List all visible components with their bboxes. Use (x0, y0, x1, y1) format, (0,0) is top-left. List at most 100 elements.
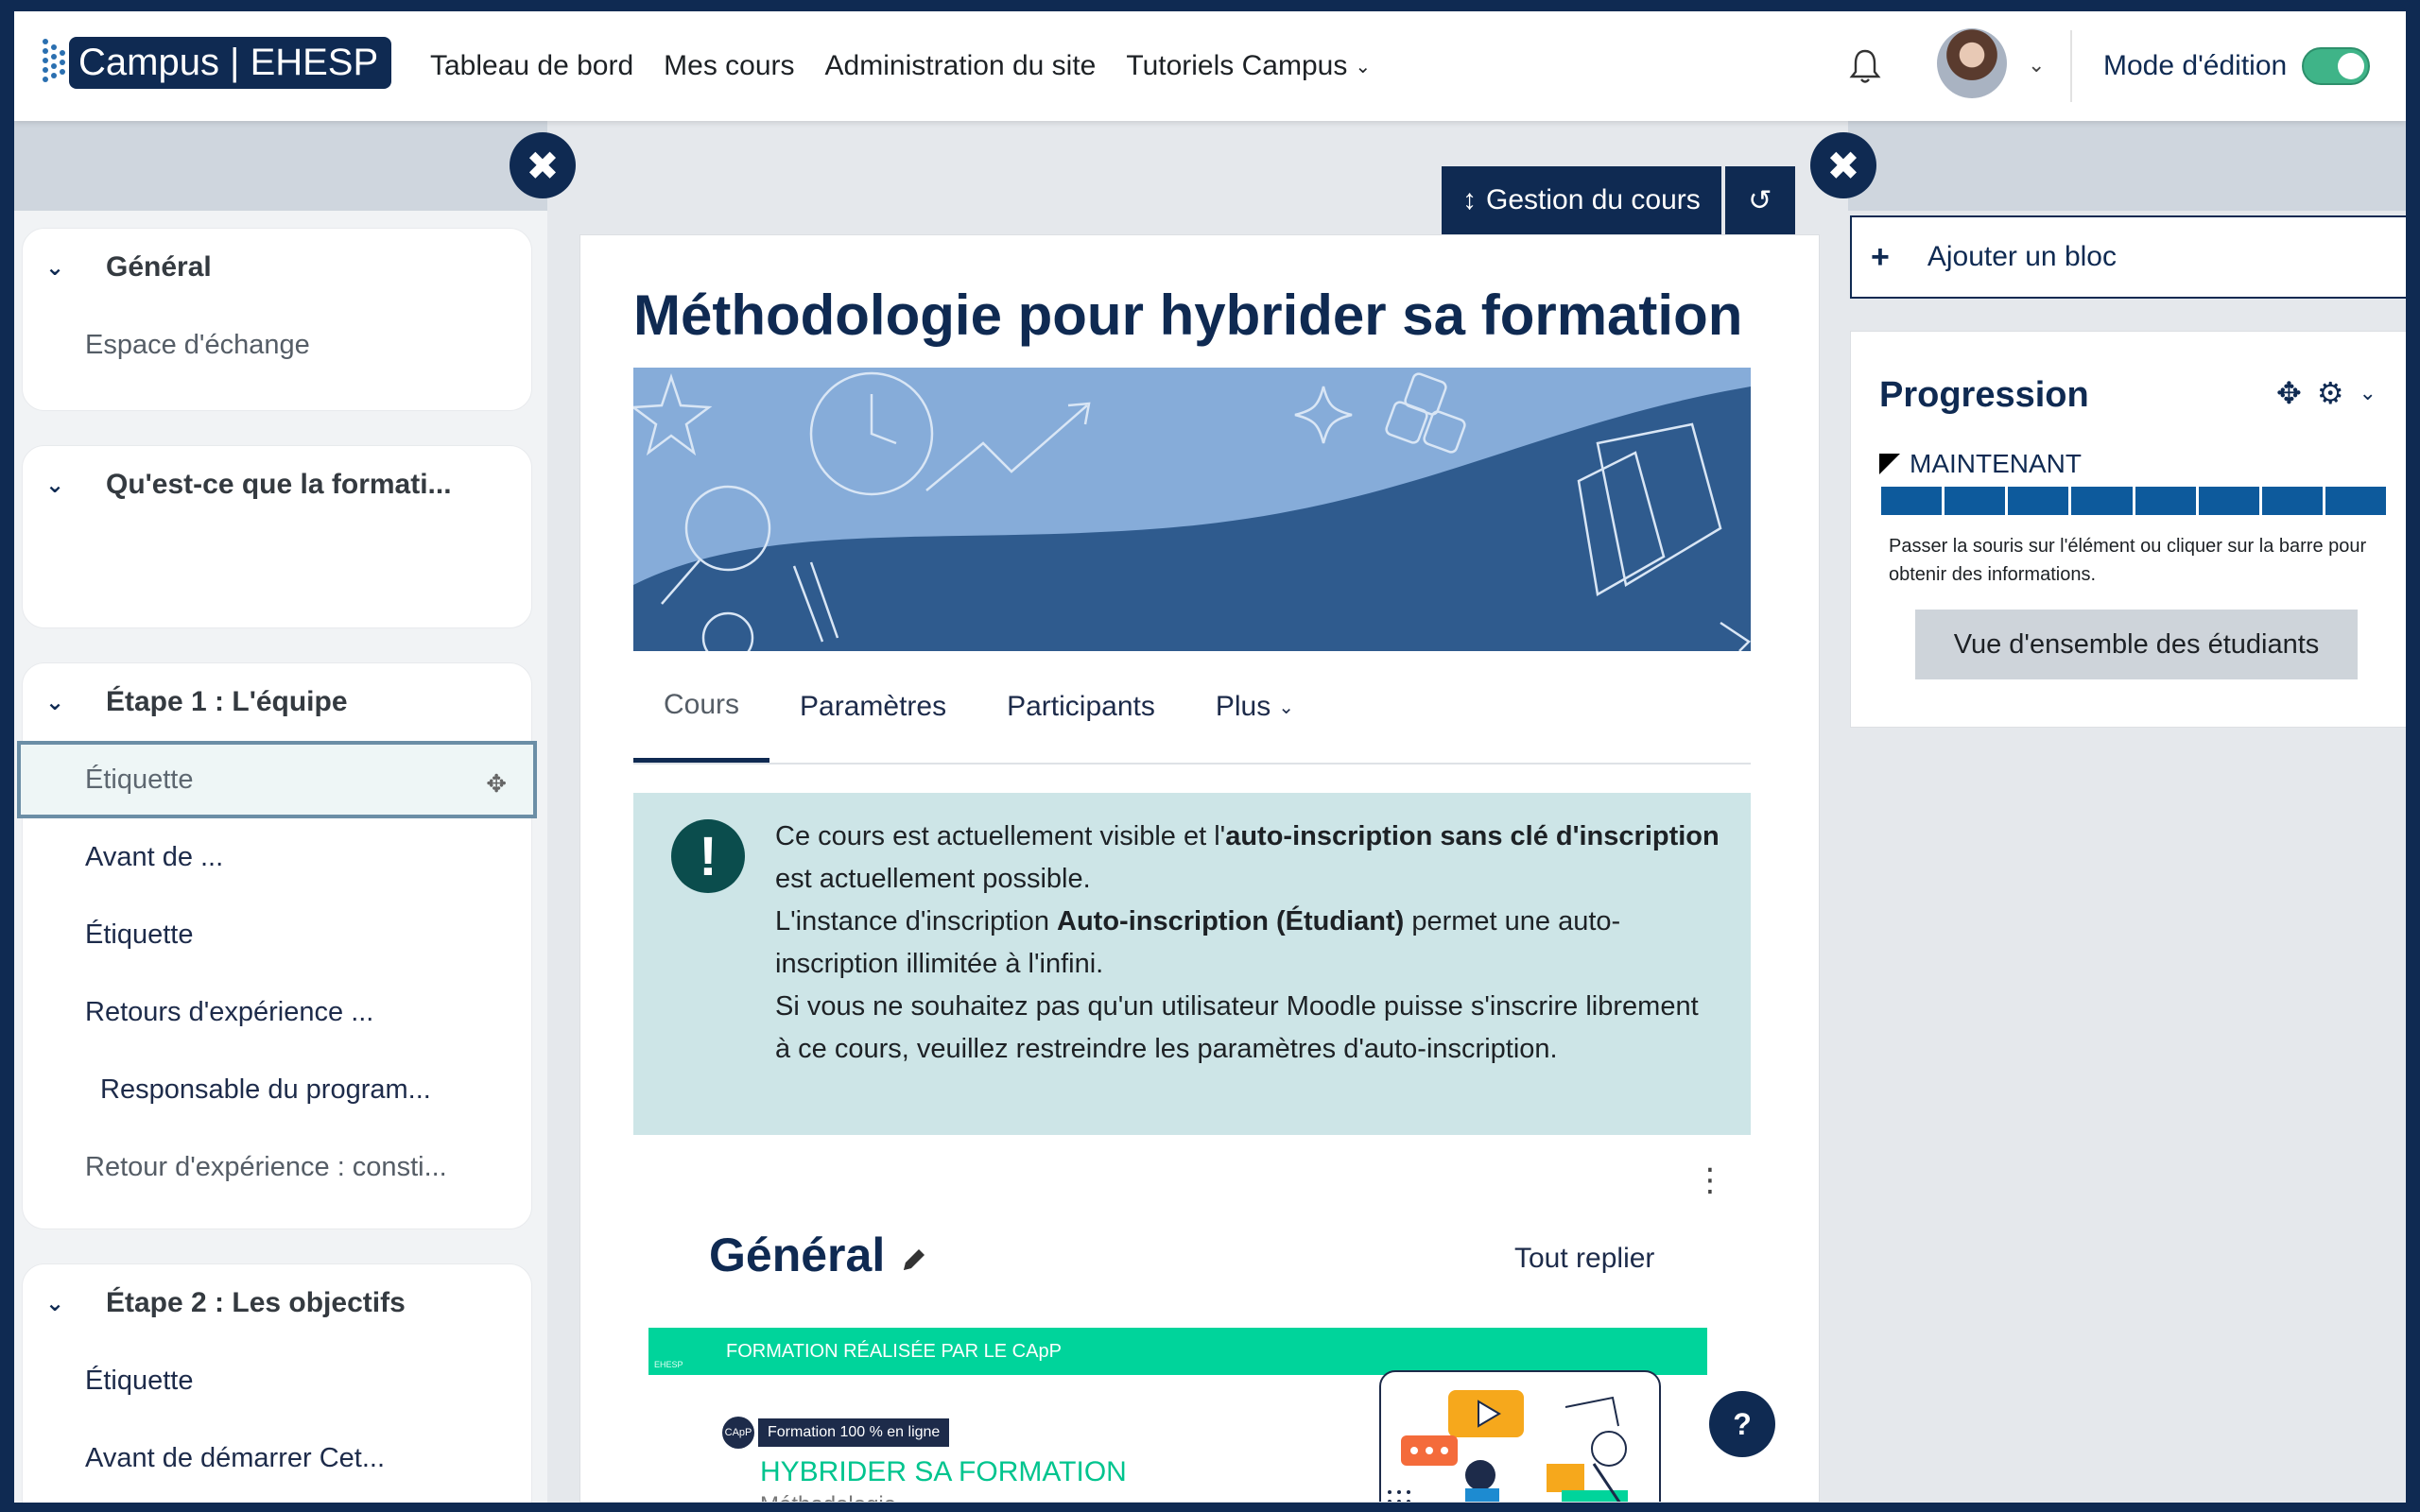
chevron-down-icon[interactable]: ⌄ (2360, 381, 2377, 411)
progress-segment[interactable] (2008, 487, 2069, 515)
course-index-section: ⌄ Étape 2 : Les objectifs Étiquette Avant… (22, 1263, 532, 1503)
course-index-item[interactable]: Étiquette (23, 1342, 531, 1419)
course-index-item-selected[interactable]: Étiquette ✥ (17, 741, 537, 818)
course-content: Méthodologie pour hybrider sa formation (579, 234, 1820, 1503)
alert-paragraph: L'instance d'inscription Auto-inscriptio… (775, 901, 1720, 986)
progress-segment[interactable] (2261, 487, 2323, 515)
nav-link-dashboard[interactable]: Tableau de bord (430, 50, 633, 82)
nav-link-my-courses[interactable]: Mes cours (664, 50, 794, 82)
close-blocks-drawer-button[interactable]: ✖ (1810, 132, 1876, 198)
pencil-icon[interactable] (898, 1244, 930, 1276)
progress-segment[interactable] (2135, 487, 2196, 515)
section-header[interactable]: ⌄ Qu'est-ce que la formati... (23, 446, 531, 524)
exclamation-icon: ! (671, 819, 745, 893)
alert-paragraph: Ce cours est actuellement visible et l'a… (775, 816, 1720, 901)
course-management-button[interactable]: ↕ Gestion du cours (1442, 166, 1721, 234)
course-index-item[interactable]: Avant de démarrer Cet... (23, 1419, 531, 1497)
section-title: Étape 2 : Les objectifs (106, 1287, 406, 1318)
promo-banner-bar: FORMATION RÉALISÉE PAR LE CApP (648, 1328, 1707, 1375)
close-course-index-button[interactable]: ✖ (510, 132, 576, 198)
course-promo-image: FORMATION RÉALISÉE PAR LE CApP EHESP CAp… (648, 1328, 1707, 1502)
logo-text: Campus | EHESP (69, 37, 392, 89)
nav-link-tutorials[interactable]: Tutoriels Campus ⌄ (1126, 50, 1371, 82)
corner-marker-icon (1879, 454, 1900, 474)
promo-badge: Formation 100 % en ligne (758, 1418, 950, 1447)
chevron-down-icon[interactable]: ⌄ (45, 689, 76, 716)
promo-logo: CApP (722, 1417, 754, 1449)
edit-mode-toggle[interactable] (2302, 47, 2371, 85)
course-management-bar: ↕ Gestion du cours ↺ (1442, 166, 1795, 234)
chevron-down-icon[interactable]: ⌄ (45, 254, 76, 282)
progress-segment[interactable] (2198, 487, 2259, 515)
promo-illustration (1379, 1370, 1661, 1502)
user-menu-chevron-icon[interactable]: ⌄ (2028, 53, 2045, 77)
chevron-down-icon[interactable]: ⌄ (45, 1290, 76, 1317)
navbar-divider (2070, 30, 2072, 102)
tab-more[interactable]: Plus ⌄ (1185, 651, 1324, 763)
course-index-section: ⌄ Général Espace d'échange (22, 228, 532, 411)
tab-course[interactable]: Cours (633, 651, 770, 763)
help-button[interactable]: ? (1709, 1391, 1775, 1457)
top-navbar: Campus | EHESP Tableau de bord Mes cours… (14, 11, 2406, 121)
course-index-item[interactable]: Espace d'échange (23, 306, 531, 384)
section-title: Qu'est-ce que la formati... (106, 469, 452, 500)
alert-message: Ce cours est actuellement visible et l'a… (775, 816, 1720, 1071)
section-header[interactable]: ⌄ Général (23, 229, 531, 306)
section-header[interactable]: ⌄ Étape 2 : Les objectifs (23, 1264, 531, 1342)
tab-participants[interactable]: Participants (977, 651, 1185, 763)
alert-text-bold: Auto-inscription (Étudiant) (1057, 906, 1405, 936)
course-index-item[interactable]: Avant de ... (23, 818, 531, 896)
course-index-item[interactable]: Retours d'expérience ... (23, 973, 531, 1051)
progress-segment[interactable] (2071, 487, 2133, 515)
progress-segment[interactable] (1881, 487, 1943, 515)
course-index-section: ⌄ Étape 1 : L'équipe Étiquette ✥ Avant de … (17, 662, 537, 1229)
vertical-resize-icon: ↕ (1462, 184, 1477, 215)
alert-text: L'instance d'inscription (775, 906, 1058, 936)
course-index-item[interactable]: Étiquette (23, 896, 531, 973)
edit-mode-switch[interactable]: Mode d'édition (2103, 11, 2371, 121)
nav-link-site-admin[interactable]: Administration du site (825, 50, 1097, 82)
progress-now-marker: MAINTENANT (1879, 449, 2082, 479)
course-index-item[interactable]: Retour d'expérience : consti... (23, 1128, 531, 1206)
section-heading: Général (709, 1228, 930, 1282)
primary-navigation: Tableau de bord Mes cours Administration… (430, 11, 1401, 121)
edit-mode-label: Mode d'édition (2103, 50, 2288, 81)
progress-bar[interactable] (1881, 487, 2386, 515)
course-index-item[interactable]: Responsable du program... (23, 1051, 531, 1128)
move-icon[interactable]: ✥ (486, 769, 507, 799)
course-index-section: ⌄ Qu'est-ce que la formati... (22, 445, 532, 628)
course-tabs: Cours Paramètres Participants Plus ⌄ (633, 651, 1751, 765)
tab-settings[interactable]: Paramètres (769, 651, 977, 763)
progress-block-title: Progression (1879, 375, 2089, 415)
progress-segment[interactable] (2325, 487, 2386, 515)
course-banner-image (633, 368, 1751, 651)
site-logo[interactable]: Campus | EHESP (39, 37, 392, 89)
move-icon[interactable]: ✥ (2276, 375, 2302, 411)
promo-subheading: Méthodologie (760, 1492, 896, 1502)
history-icon: ↺ (1748, 184, 1772, 216)
section-title: Étape 1 : L'équipe (106, 686, 348, 717)
notification-bell-icon[interactable] (1848, 47, 1882, 85)
alert-text-bold: auto-inscription sans clé d'inscription (1225, 821, 1720, 851)
course-management-label: Gestion du cours (1486, 184, 1701, 215)
chevron-down-icon[interactable]: ⌄ (45, 472, 76, 499)
students-overview-button[interactable]: Vue d'ensemble des étudiants (1915, 610, 2358, 679)
progress-segment[interactable] (1945, 487, 2006, 515)
section-header[interactable]: ⌄ Étape 1 : L'équipe (23, 663, 531, 741)
page-title: Méthodologie pour hybrider sa formation (633, 284, 1743, 347)
section-actions-kebab-icon[interactable]: ⋮ (1694, 1164, 1726, 1196)
collapse-all-link[interactable]: Tout replier (1514, 1243, 1654, 1275)
gear-icon[interactable]: ⚙ (2317, 375, 2344, 411)
add-block-label: Ajouter un bloc (1927, 241, 2117, 272)
add-block-button[interactable]: + Ajouter un bloc (1850, 215, 2406, 299)
alert-paragraph: Si vous ne souhaitez pas qu'un utilisate… (775, 991, 1699, 1064)
history-button[interactable]: ↺ (1724, 166, 1795, 234)
user-avatar[interactable] (1937, 28, 2007, 98)
app-frame: Campus | EHESP Tableau de bord Mes cours… (14, 11, 2406, 1503)
block-controls: ✥ ⚙ ⌄ (2276, 375, 2377, 411)
progress-now-label: MAINTENANT (1910, 449, 2082, 478)
alert-text: Ce cours est actuellement visible et l' (775, 821, 1226, 851)
plus-icon: + (1871, 238, 1890, 275)
logo-dots-icon (39, 37, 67, 89)
course-index: ⌄ Général Espace d'échange ⌄ Qu'est-ce que… (14, 211, 547, 1503)
